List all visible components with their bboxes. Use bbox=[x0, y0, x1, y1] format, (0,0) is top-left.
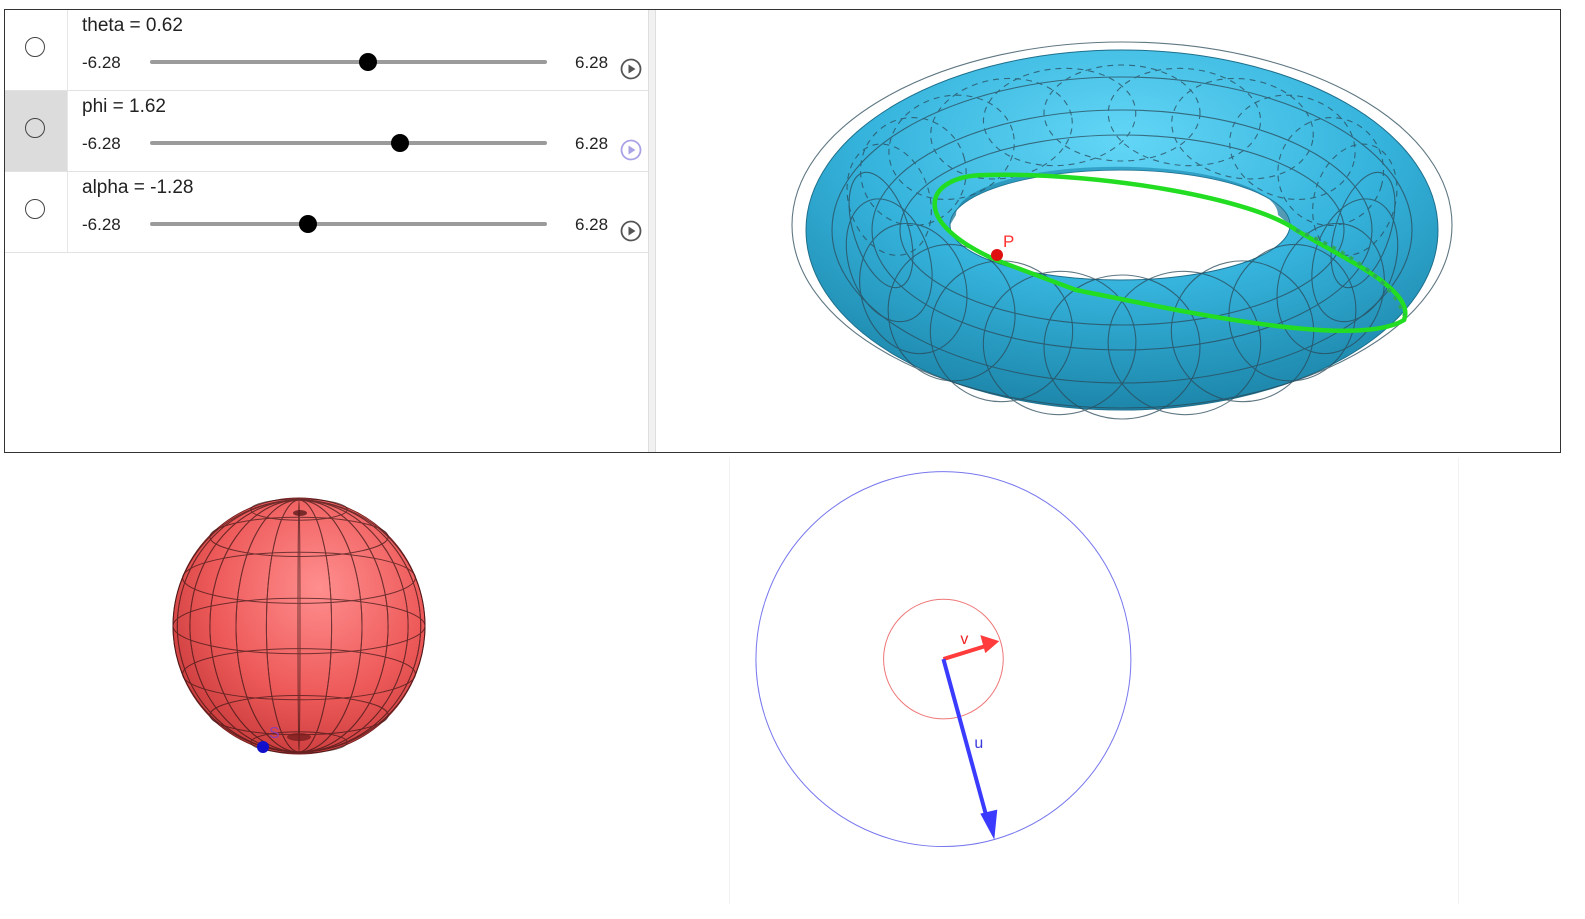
slider-track[interactable] bbox=[150, 215, 547, 233]
algebra-view: theta = 0.62 -6.28 6.28 phi = 1.62 -6.28… bbox=[5, 10, 648, 452]
slider-max-label: 6.28 bbox=[575, 134, 609, 153]
point-p-label: P bbox=[1003, 232, 1014, 251]
play-icon[interactable] bbox=[620, 139, 642, 161]
play-icon[interactable] bbox=[620, 220, 642, 242]
point-s[interactable] bbox=[257, 741, 269, 753]
slider-knob[interactable] bbox=[358, 53, 377, 71]
view-splitter[interactable] bbox=[648, 10, 656, 452]
slider-row-theta[interactable]: theta = 0.62 -6.28 6.28 bbox=[5, 10, 648, 91]
visibility-toggle-icon[interactable] bbox=[25, 118, 45, 138]
point-p[interactable] bbox=[991, 249, 1003, 261]
slider-row-alpha[interactable]: alpha = -1.28 -6.28 6.28 bbox=[5, 172, 648, 253]
2d-graphics-view-vectors[interactable]: v u bbox=[729, 458, 1459, 904]
slider-row-phi[interactable]: phi = 1.62 -6.28 6.28 bbox=[5, 91, 648, 172]
vector-u-label: u bbox=[974, 735, 983, 752]
slider-knob[interactable] bbox=[299, 215, 317, 233]
sphere-surface[interactable] bbox=[172, 497, 426, 755]
3d-graphics-view-sphere[interactable]: S bbox=[4, 458, 729, 904]
play-icon[interactable] bbox=[620, 58, 642, 80]
slider-min-label: -6.28 bbox=[82, 134, 121, 153]
vector-v-label: v bbox=[960, 631, 968, 648]
slider-definition[interactable]: alpha = -1.28 bbox=[82, 177, 193, 199]
visibility-toggle-icon[interactable] bbox=[25, 37, 45, 57]
slider-definition[interactable]: phi = 1.62 bbox=[82, 96, 166, 118]
slider-max-label: 6.28 bbox=[575, 215, 609, 234]
slider-min-label: -6.28 bbox=[82, 215, 121, 234]
slider-track[interactable] bbox=[150, 53, 547, 71]
row-marble[interactable] bbox=[5, 91, 68, 171]
slider-definition[interactable]: theta = 0.62 bbox=[82, 15, 183, 37]
slider-min-label: -6.28 bbox=[82, 53, 121, 72]
slider-max-label: 6.28 bbox=[575, 53, 609, 72]
slider-knob[interactable] bbox=[390, 134, 409, 152]
vector-v[interactable] bbox=[942, 635, 1000, 661]
slider-track[interactable] bbox=[150, 134, 547, 152]
row-marble[interactable] bbox=[5, 10, 68, 90]
3d-graphics-view-torus[interactable]: P bbox=[656, 10, 1560, 452]
torus-surface[interactable] bbox=[791, 41, 1453, 421]
top-panel: theta = 0.62 -6.28 6.28 phi = 1.62 -6.28… bbox=[4, 9, 1561, 453]
row-marble[interactable] bbox=[5, 172, 68, 252]
vector-u[interactable] bbox=[941, 658, 998, 840]
point-s-label: S bbox=[269, 725, 280, 742]
visibility-toggle-icon[interactable] bbox=[25, 199, 45, 219]
